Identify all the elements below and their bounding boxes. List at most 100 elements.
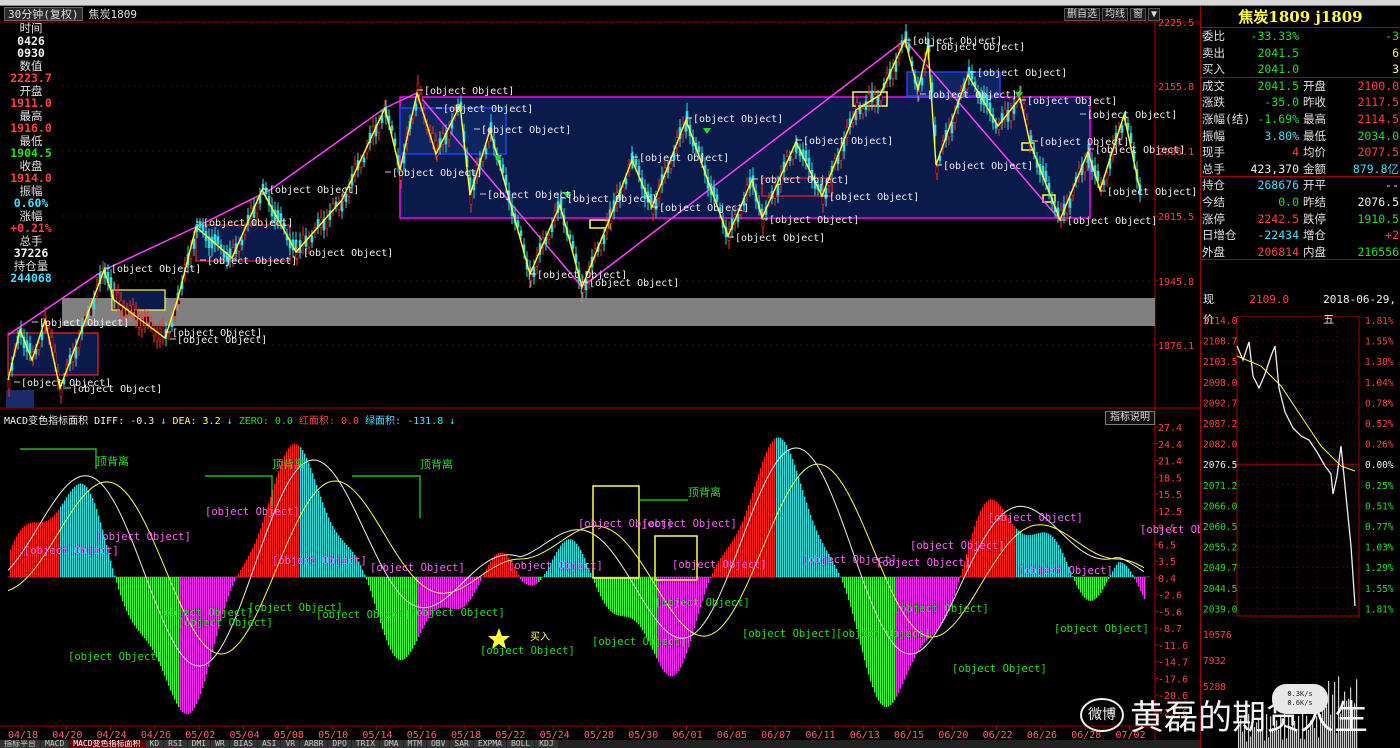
macd-bar xyxy=(178,577,180,708)
quote-row: 卖出 2041.5 6 xyxy=(1201,45,1400,62)
macd-bar xyxy=(682,577,684,664)
macd-bar xyxy=(454,577,456,610)
macd-bar xyxy=(1140,577,1142,591)
quote-row: 涨幅(结) -1.69% 最高 2114.5 xyxy=(1201,111,1400,128)
candle-body xyxy=(599,243,603,251)
pivot-box xyxy=(6,390,34,408)
quote-value-2: 2077.5 xyxy=(1357,145,1399,160)
indicator-tab[interactable]: TRIX xyxy=(351,740,380,748)
macd-bar xyxy=(600,577,602,597)
indicator-tab[interactable]: BOLL xyxy=(506,740,535,748)
macd-bar xyxy=(678,577,680,672)
indicator-tab[interactable]: MTM xyxy=(403,740,426,748)
indicator-tab[interactable]: KDJ xyxy=(535,740,558,748)
macd-bar xyxy=(1088,577,1090,601)
macd-bar xyxy=(1076,577,1078,586)
macd-area-label: [object Object] xyxy=(642,518,737,530)
macd-bar xyxy=(130,577,132,620)
macd-area-label: [object Object] xyxy=(370,562,465,574)
quote-row: 委比 -33.33% -3 xyxy=(1201,28,1400,45)
quote-value: 206814 xyxy=(1257,244,1299,259)
indicator-explain-button[interactable]: 指标说明 xyxy=(1105,411,1155,425)
macd-bar xyxy=(792,458,794,577)
indicator-tab[interactable]: MACD变色指标面积 xyxy=(69,740,145,748)
price-tick-label: 2015.5 xyxy=(1158,212,1194,223)
candle-body xyxy=(804,150,808,162)
candle-body xyxy=(216,236,220,245)
volume-tick-label: 10576 xyxy=(1203,630,1232,641)
macd-bar xyxy=(1118,562,1120,577)
macd-bar xyxy=(1094,577,1096,600)
indicator-tab[interactable]: VR xyxy=(281,740,300,748)
price-point-label: [object Object] xyxy=(943,161,1033,172)
indicator-tab[interactable]: EXPMA xyxy=(473,740,506,748)
macd-area-label: [object Object] xyxy=(836,628,931,640)
macd-bar xyxy=(158,577,160,662)
macd-bar xyxy=(12,544,14,577)
macd-bar xyxy=(364,574,366,577)
macd-bar xyxy=(202,577,204,688)
indicator-tab[interactable]: ASI xyxy=(257,740,281,748)
macd-tick-label: 24.4 xyxy=(1158,440,1182,451)
current-price-bar: 现价 2109.0 2018-06-29,五 xyxy=(1201,290,1400,326)
macd-bar xyxy=(660,577,662,667)
indicator-tab[interactable]: MACD xyxy=(41,740,69,748)
indicator-tab[interactable]: DMA xyxy=(380,740,403,748)
watermark-text: 黄磊的期货人生 xyxy=(1130,698,1368,738)
price-point-label: [object Object] xyxy=(759,175,849,186)
intraday-pct-label: 0.51% xyxy=(1365,501,1394,512)
price-point-label: [object Object] xyxy=(639,153,729,164)
indicator-tab[interactable]: RSI xyxy=(164,740,187,748)
macd-tick-label: -11.6 xyxy=(1158,641,1188,652)
macd-bar xyxy=(1086,577,1088,600)
price-point-label: [object Object] xyxy=(1095,145,1185,156)
macd-area-label: [object Object] xyxy=(96,531,191,543)
indicator-tab[interactable]: KD xyxy=(145,740,164,748)
macd-bar xyxy=(504,553,506,577)
indicator-tab[interactable]: 指标平台 xyxy=(0,740,40,748)
macd-bar xyxy=(250,551,252,577)
indicator-tab[interactable]: OBV xyxy=(426,740,450,748)
macd-bar xyxy=(1134,577,1136,579)
indicator-tab[interactable]: ARBR xyxy=(300,740,328,748)
intraday-price-label: 2087.2 xyxy=(1203,419,1237,430)
quote-key-2 xyxy=(1301,28,1341,45)
indicator-tab[interactable]: BIAS xyxy=(229,740,257,748)
macd-bar xyxy=(60,506,62,577)
macd-bar xyxy=(96,509,98,577)
candle-body xyxy=(240,239,244,246)
macd-area-label: [object Object] xyxy=(672,559,767,571)
macd-bar xyxy=(446,577,448,608)
indicator-tab[interactable]: DPO xyxy=(328,740,351,748)
indicator-tab[interactable]: SAR xyxy=(450,740,473,748)
macd-bar xyxy=(332,525,334,577)
macd-bar xyxy=(908,577,910,671)
macd-bar xyxy=(134,577,136,626)
macd-area-label: [object Object] xyxy=(988,512,1083,524)
macd-area-label: [object Object] xyxy=(742,628,837,640)
candle-body xyxy=(1009,110,1013,122)
macd-area-label: [object Object] xyxy=(1054,623,1149,635)
macd-bar xyxy=(538,577,540,583)
macd-bar xyxy=(170,577,172,691)
macd-bar xyxy=(1102,577,1104,590)
macd-bar xyxy=(64,500,66,577)
indicator-tab[interactable]: DMI xyxy=(187,740,211,748)
intraday-price-label: 2066.0 xyxy=(1203,501,1238,512)
macd-bar xyxy=(262,522,264,577)
indicator-tab[interactable]: WR xyxy=(211,740,229,748)
candle-body xyxy=(861,108,865,115)
price-point-label: [object Object] xyxy=(443,104,533,115)
macd-bar xyxy=(940,577,942,627)
candle-body xyxy=(131,304,135,313)
macd-bar xyxy=(1132,574,1134,577)
quote-value: 3.80% xyxy=(1264,128,1299,143)
macd-bar xyxy=(814,525,816,577)
macd-bar xyxy=(440,577,442,608)
quote-value-2: 2076.5 xyxy=(1357,194,1399,209)
price-point-label: [object Object] xyxy=(1087,110,1177,121)
kline-chart[interactable]: 2225.52155.82086.12015.51945.81876.1[obj… xyxy=(0,0,1200,748)
macd-bar xyxy=(76,484,78,577)
macd-bar xyxy=(70,491,72,577)
quote-value: 4 xyxy=(1292,145,1299,160)
